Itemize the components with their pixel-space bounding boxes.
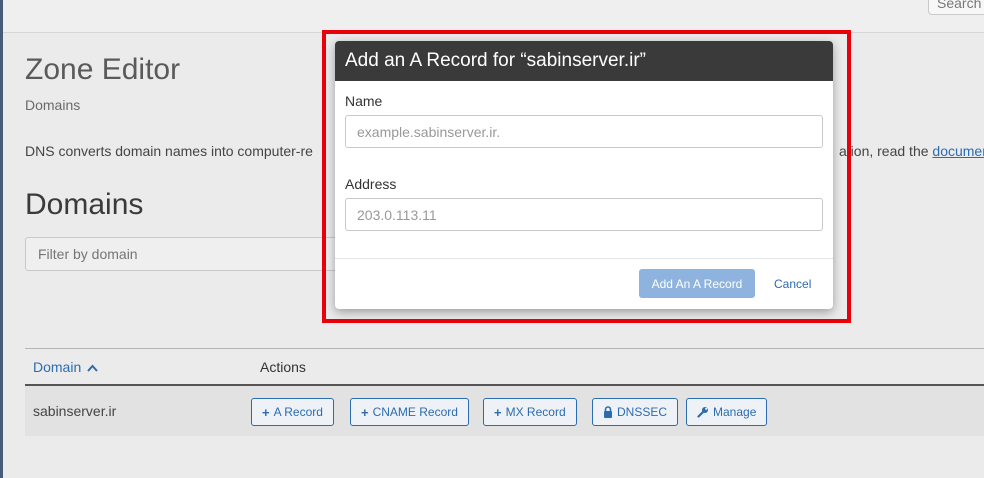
dialog-title: Add an A Record for “sabinserver.ir” (335, 41, 833, 81)
dialog-divider (335, 258, 833, 259)
add-a-record-submit-button[interactable]: Add An A Record (639, 269, 755, 298)
name-field-label: Name (345, 93, 383, 109)
name-field[interactable] (345, 115, 823, 148)
cancel-button[interactable]: Cancel (774, 277, 811, 291)
address-field[interactable] (345, 198, 823, 231)
address-field-label: Address (345, 176, 397, 192)
add-a-record-dialog: Add an A Record for “sabinserver.ir” Nam… (335, 41, 833, 309)
